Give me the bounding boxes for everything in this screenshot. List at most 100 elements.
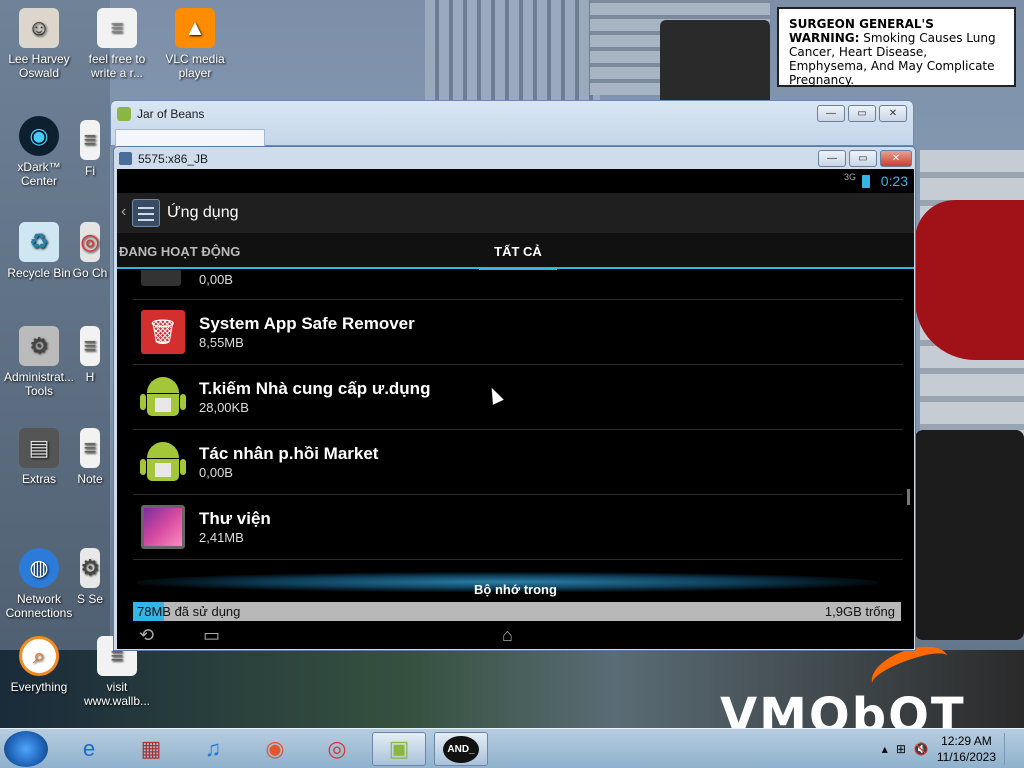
app-size: 8,55MB — [199, 335, 244, 350]
settings-icon: ⚙ — [80, 548, 100, 588]
xdark-icon: ◉ — [19, 116, 59, 156]
trash-remove-icon: 🗑 — [141, 310, 185, 354]
recents-icon[interactable]: ▭ — [203, 625, 220, 645]
file-icon: ≡ — [80, 326, 100, 366]
tab-strip: ĐANG HOẠT ĐỘNG TẤT CẢ — [117, 233, 914, 270]
android-sdk-icon[interactable]: ▣ — [372, 732, 426, 766]
settings-app-icon[interactable] — [132, 199, 160, 227]
desktop-icon[interactable]: ◎ Go Ch — [64, 222, 116, 280]
list-item[interactable]: 🗑 System App Safe Remover 8,55MB — [133, 300, 903, 365]
file-icon: ≡ — [80, 120, 100, 160]
window-title: Jar of Beans — [137, 107, 205, 121]
terminal-icon[interactable]: AND_ — [434, 732, 488, 766]
maximize-button[interactable]: ▭ — [848, 105, 876, 122]
storage-bar: 78MB đã sử dụng 1,9GB trống — [133, 602, 901, 621]
android-nav-bar: ⟲ ▭ ⌂ — [117, 621, 914, 649]
status-time: 0:23 — [880, 173, 908, 189]
desktop-icon-label: S Se — [76, 592, 103, 606]
desktop-icon-label: Note — [77, 472, 103, 486]
start-button[interactable] — [4, 731, 48, 767]
list-scrollbar[interactable] — [907, 489, 910, 505]
sd-card-icon — [141, 270, 181, 286]
status-bar: 3G 0:23 — [117, 169, 914, 193]
desktop-icon[interactable]: ▲ VLC media player — [156, 8, 234, 80]
desktop-icon[interactable]: ⚙ S Se — [64, 548, 116, 606]
window-tab[interactable] — [115, 129, 265, 147]
storage-free-label: 1,9GB trống — [824, 604, 895, 619]
app-size: 0,00B — [199, 465, 233, 480]
up-chevron-icon[interactable]: ‹ — [121, 203, 126, 221]
emulator-app-icon — [119, 152, 132, 165]
minimize-button[interactable]: — — [818, 150, 846, 167]
wallpaper-speaker — [660, 20, 770, 110]
list-item[interactable]: 0,00B — [133, 270, 903, 300]
wallpaper-building — [425, 0, 600, 110]
wallpaper-figure — [915, 200, 1024, 360]
desktop-icon-label: Go Ch — [72, 266, 108, 280]
system-tray: ▴ ⊞ 🔇 12:29 AM 11/16/2023 — [882, 733, 1016, 765]
recycle-bin-icon: ♻ — [19, 222, 59, 262]
terminal-label: AND_ — [443, 735, 479, 763]
list-item[interactable]: Tác nhân p.hồi Market 0,00B — [133, 430, 903, 495]
android-icon — [140, 440, 186, 484]
storage-panel: Bộ nhớ trong 78MB đã sử dụng 1,9GB trống — [117, 572, 914, 621]
storage-heading: Bộ nhớ trong — [474, 582, 557, 597]
network-tray-icon[interactable]: ⊞ — [896, 742, 906, 756]
vlc-icon: ▲ — [175, 8, 215, 48]
back-icon[interactable]: ⟲ — [139, 625, 154, 645]
battery-icon — [862, 175, 870, 188]
chrome-icon[interactable]: ◎ — [310, 732, 364, 766]
close-button[interactable]: ✕ — [879, 105, 907, 122]
maximize-button[interactable]: ▭ — [849, 150, 877, 167]
window-title: 5575:x86_JB — [138, 152, 209, 166]
home-icon[interactable]: ⌂ — [502, 625, 513, 645]
desktop-icon[interactable]: ≡ H — [64, 326, 116, 384]
search-icon: ⌕ — [19, 636, 59, 676]
app-size: 0,00B — [199, 272, 233, 287]
list-item[interactable]: T.kiếm Nhà cung cấp ư.dụng 28,00KB — [133, 365, 903, 430]
clock[interactable]: 12:29 AM 11/16/2023 — [937, 733, 996, 765]
desktop-icon-label: feel free to write a r... — [88, 52, 146, 80]
firefox-icon[interactable]: ◉ — [248, 732, 302, 766]
app-name: System App Safe Remover — [199, 314, 415, 333]
close-button[interactable]: ✕ — [880, 150, 912, 167]
desktop-icon[interactable]: ≡ Fi — [64, 120, 116, 178]
tray-expand-icon[interactable]: ▴ — [882, 742, 888, 756]
android-screen[interactable]: 3G 0:23 ‹ Ứng dụng ĐANG HOẠT ĐỘNG TẤT CẢ… — [117, 169, 914, 649]
app-list[interactable]: 0,00B 🗑 System App Safe Remover 8,55MB T… — [133, 270, 903, 575]
admin-tools-icon: ⚙ — [19, 326, 59, 366]
desktop-icon[interactable]: ≡ feel free to write a r... — [78, 8, 156, 80]
volume-muted-icon[interactable]: 🔇 — [914, 742, 929, 756]
folder-icon: ▤ — [19, 428, 59, 468]
ie-icon[interactable]: e — [62, 732, 116, 766]
app-name: Tác nhân p.hồi Market — [199, 444, 379, 463]
desktop-icon[interactable]: ☺ Lee Harvey Oswald — [0, 8, 78, 80]
action-bar: ‹ Ứng dụng — [117, 193, 914, 233]
desktop-icon-label: H — [85, 370, 95, 384]
app-size: 2,41MB — [199, 530, 244, 545]
list-item[interactable]: Thư viện 2,41MB — [133, 495, 903, 560]
app-size: 28,00KB — [199, 400, 249, 415]
show-desktop-button[interactable] — [1004, 733, 1016, 765]
desktop-icon[interactable]: ⌕ Everything — [0, 636, 78, 694]
taskbar: e ▦ ♫ ◉ ◎ ▣ AND_ ▴ ⊞ 🔇 12:29 AM 11/16/20… — [0, 728, 1024, 768]
signal-icon: 3G — [843, 172, 856, 182]
tab-running[interactable]: ĐANG HOẠT ĐỘNG — [119, 244, 240, 259]
surgeon-warning: SURGEON GENERAL'S WARNING: Smoking Cause… — [777, 7, 1016, 87]
clock-time: 12:29 AM — [941, 734, 992, 748]
actionbar-title: Ứng dụng — [167, 204, 239, 221]
archive-icon[interactable]: ▦ — [124, 732, 178, 766]
notepad-icon: ≡ — [80, 428, 100, 468]
desktop-icon[interactable]: ≡ Note — [64, 428, 116, 486]
tab-all[interactable]: TẤT CẢ — [479, 244, 557, 270]
app-name: T.kiếm Nhà cung cấp ư.dụng — [199, 379, 431, 398]
jar-of-beans-window[interactable]: Jar of Beans — ▭ ✕ — [110, 100, 914, 147]
minimize-button[interactable]: — — [817, 105, 845, 122]
app-name: Thư viện — [199, 509, 271, 528]
desktop-icon-label: Fi — [85, 164, 95, 178]
emulator-window[interactable]: 5575:x86_JB — ▭ ✕ 3G 0:23 ‹ Ứng dụng ĐAN… — [113, 146, 916, 651]
jar-app-icon — [117, 107, 131, 121]
android-icon — [140, 375, 186, 419]
itunes-icon[interactable]: ♫ — [186, 732, 240, 766]
document-icon: ≡ — [97, 8, 137, 48]
